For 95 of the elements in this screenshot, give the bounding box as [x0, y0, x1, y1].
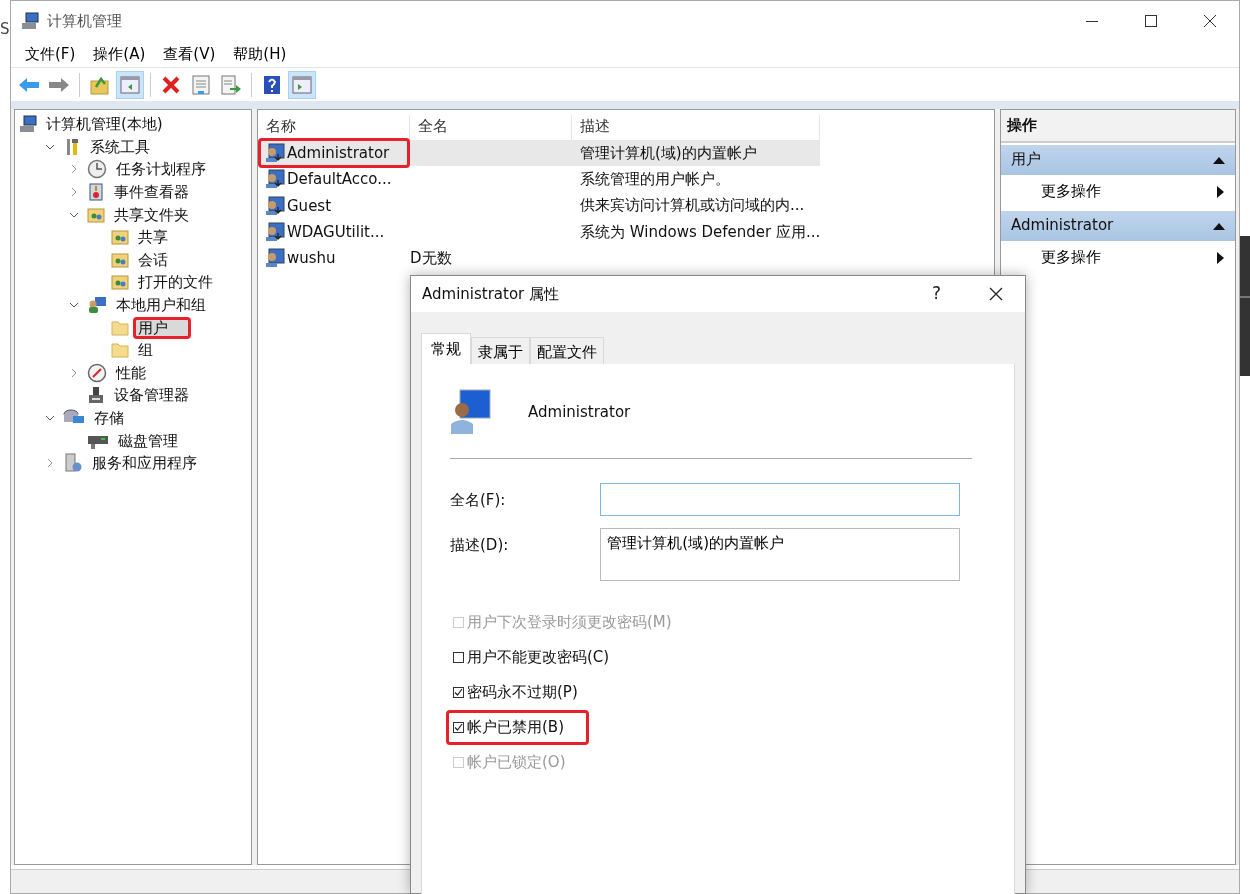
menu-item[interactable]: 文件(F)	[17, 42, 84, 66]
description-field[interactable]: 管理计算机(域)的内置帐户	[600, 528, 960, 581]
minimize-icon	[1085, 20, 1098, 22]
dialog-title: Administrator 属性	[422, 283, 561, 305]
field-label: 描述(D):	[450, 535, 510, 556]
section-title: 用户	[1011, 149, 1041, 171]
checkbox[interactable]: 用户不能更改密码(C)	[446, 640, 635, 675]
users-icon	[87, 296, 107, 315]
checkbox[interactable]: 帐户已禁用(B)	[446, 710, 589, 745]
user-icon	[265, 143, 285, 164]
description: 系统管理的用户帐户。	[580, 170, 730, 189]
tree-item[interactable]: 本地用户和组	[111, 294, 211, 317]
maximize-icon	[1144, 15, 1157, 27]
tree-item[interactable]: 性能	[111, 361, 151, 384]
tree-item[interactable]: 打开的文件	[133, 271, 218, 294]
back-arrow-icon	[18, 75, 40, 94]
list-row[interactable]: WDAGUtilit... 系统为 Windows Defender 应用...	[258, 218, 820, 246]
tree-item[interactable]: 事件查看器	[109, 181, 194, 204]
properties-icon	[192, 74, 210, 95]
account-name: Administrator	[528, 401, 631, 423]
tree-item[interactable]: 会话	[133, 248, 173, 271]
user-icon	[265, 169, 285, 190]
action-section-header[interactable]: Administrator	[1001, 210, 1235, 241]
help-button[interactable]: ?	[907, 274, 966, 314]
check-icon	[454, 723, 463, 732]
shared-folder-icon	[111, 250, 129, 269]
description: 管理计算机(域)的内置帐户	[580, 143, 757, 162]
action-section-header[interactable]: 用户	[1001, 144, 1235, 175]
folder-icon	[111, 341, 129, 360]
check-icon	[454, 688, 463, 697]
forward-arrow-icon	[48, 75, 70, 94]
close-icon	[1203, 15, 1216, 27]
collapse-triangle-icon	[1213, 221, 1225, 230]
shared-folder-icon	[87, 205, 105, 224]
submenu-arrow-icon	[1217, 185, 1225, 198]
user-name: Administrator	[287, 142, 390, 164]
tree-item[interactable]: 系统工具	[85, 135, 155, 158]
tree-item[interactable]: 计算机管理(本地)	[41, 113, 168, 136]
tab[interactable]: 配置文件	[530, 337, 604, 364]
computer-icon	[21, 12, 39, 30]
clock-icon	[87, 159, 107, 180]
shared-folder-icon	[111, 228, 129, 247]
computer-icon	[19, 115, 37, 134]
column-header[interactable]: 名称	[258, 114, 410, 140]
menu-item[interactable]: 查看(V)	[155, 42, 224, 66]
full-name: D无数	[410, 249, 452, 268]
tree-item[interactable]: 服务和应用程序	[87, 452, 202, 475]
menu-item[interactable]: 帮助(H)	[225, 42, 295, 66]
window-title: 计算机管理	[47, 10, 122, 32]
list-row[interactable]: Guest 供来宾访问计算机或访问域的内...	[258, 192, 820, 219]
tab[interactable]: 隶属于	[471, 337, 530, 364]
background-text: S	[0, 20, 10, 38]
collapse-triangle-icon	[1213, 155, 1225, 164]
tree-item[interactable]: 共享	[133, 226, 173, 249]
tree-item[interactable]: 共享文件夹	[109, 203, 194, 226]
shared-folder-icon	[111, 273, 129, 292]
menu-item[interactable]: 操作(A)	[85, 42, 154, 66]
help-icon	[263, 74, 281, 95]
section-title: Administrator	[1011, 215, 1114, 237]
user-name: Guest	[287, 195, 332, 217]
user-name: WDAGUtilit...	[287, 221, 385, 243]
submenu-arrow-icon	[1217, 251, 1225, 264]
tree-item[interactable]: 任务计划程序	[111, 158, 211, 181]
device-icon	[87, 386, 105, 405]
list-row[interactable]: Administrator 管理计算机(域)的内置帐户	[258, 140, 820, 167]
tree-item[interactable]: 存储	[89, 407, 129, 429]
panel-icon	[292, 75, 312, 94]
name-field[interactable]	[600, 483, 960, 516]
user-name: DefaultAcco...	[287, 169, 392, 191]
list-row[interactable]: wushu D无数	[258, 245, 820, 272]
tree-item[interactable]: 设备管理器	[109, 384, 194, 407]
folder-up-icon	[90, 74, 110, 95]
server-icon	[63, 453, 83, 474]
tree-item[interactable]: 用户	[133, 316, 191, 339]
gauge-icon	[87, 362, 107, 383]
tree-item[interactable]: 组	[133, 339, 158, 362]
description: 供来宾访问计算机或访问域的内...	[580, 196, 805, 215]
list-row[interactable]: DefaultAcco... 系统管理的用户帐户。	[258, 166, 820, 193]
log-icon	[87, 183, 105, 202]
tree-item[interactable]: 磁盘管理	[113, 429, 183, 452]
description: 系统为 Windows Defender 应用...	[580, 222, 821, 241]
checkbox[interactable]: 密码永不过期(P)	[446, 675, 603, 710]
field-label: 全名(F):	[450, 490, 507, 511]
user-icon	[265, 222, 285, 243]
user-name: wushu	[287, 248, 336, 270]
actions-title: 操作	[1001, 110, 1235, 143]
user-icon	[450, 388, 492, 436]
tab[interactable]: 常规	[421, 333, 471, 364]
user-icon	[265, 195, 285, 216]
delete-icon	[161, 74, 181, 95]
user-icon	[265, 248, 285, 269]
panel-icon	[120, 75, 140, 94]
folder-icon	[111, 318, 129, 337]
export-icon	[221, 74, 241, 95]
close-icon	[987, 286, 1004, 302]
